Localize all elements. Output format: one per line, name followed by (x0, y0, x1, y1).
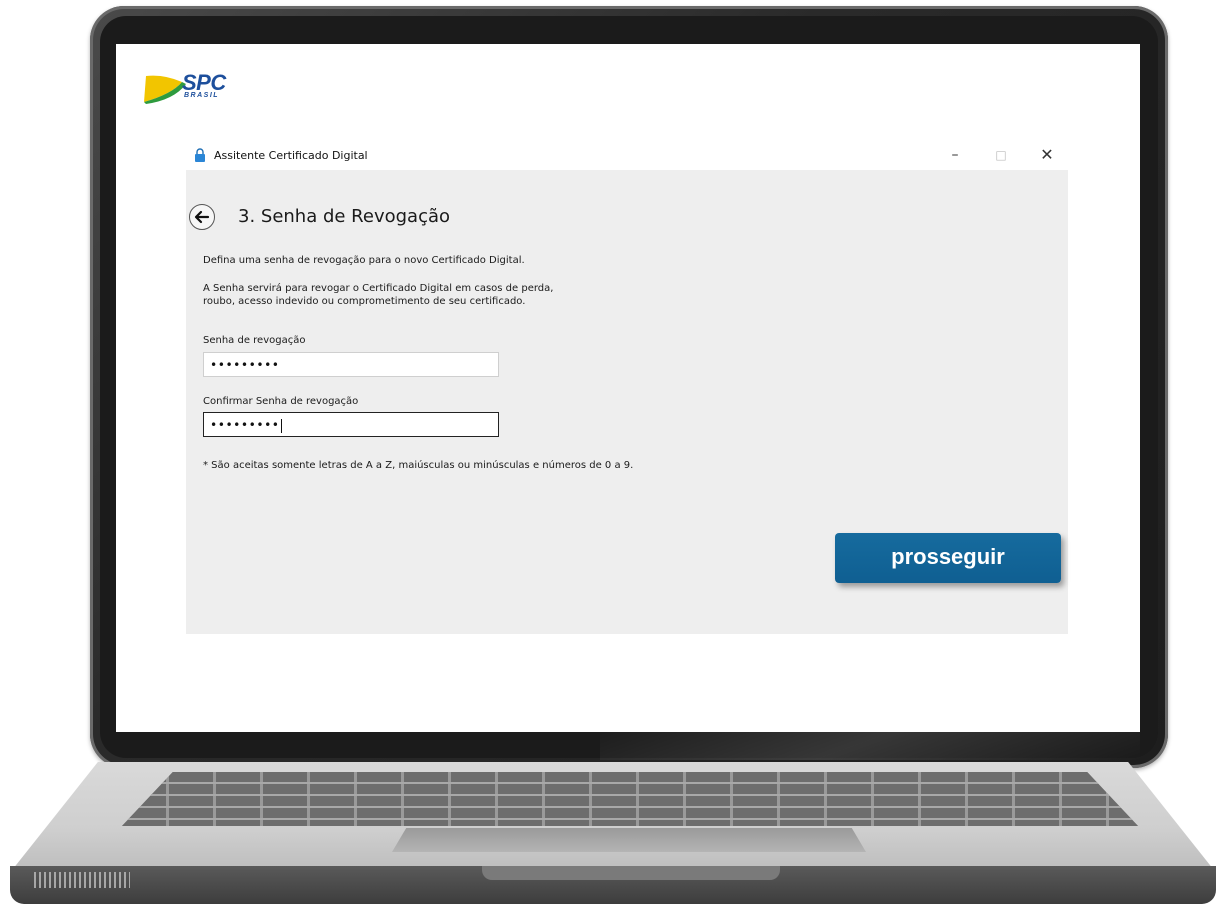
wizard-window: Assitente Certificado Digital – □ ✕ 3. S… (186, 140, 1068, 634)
spc-brasil-logo: SPC BRASIL (144, 70, 264, 110)
intro-text: Defina uma senha de revogação para o nov… (203, 255, 525, 266)
confirm-password-value: ••••••••• (210, 418, 280, 432)
text-caret (280, 418, 282, 433)
close-button[interactable]: ✕ (1032, 144, 1062, 166)
revocation-password-input[interactable]: ••••••••• (203, 352, 499, 377)
bezel-reflection (600, 720, 1140, 760)
confirm-password-input[interactable]: ••••••••• (203, 412, 499, 437)
arrow-left-icon (194, 210, 210, 224)
password-value: ••••••••• (210, 358, 280, 372)
trackpad (392, 828, 866, 852)
revocation-password-label: Senha de revogação (203, 335, 306, 346)
back-button[interactable] (189, 204, 215, 230)
proceed-button[interactable]: prosseguir (835, 533, 1061, 583)
description-line-1: A Senha servirá para revogar o Certifica… (203, 283, 554, 294)
description-line-2: roubo, acesso indevido ou comprometiment… (203, 296, 526, 307)
confirm-password-label: Confirmar Senha de revogação (203, 396, 359, 407)
step-title: 3. Senha de Revogação (238, 206, 451, 227)
window-titlebar[interactable]: Assitente Certificado Digital – □ ✕ (186, 140, 1068, 170)
keyboard-rows (122, 772, 1138, 826)
laptop-vent (34, 872, 130, 888)
laptop-notch (482, 866, 780, 880)
maximize-button[interactable]: □ (986, 144, 1016, 166)
laptop-frame: SPC BRASIL Assitente Certificado Digital… (0, 0, 1226, 904)
password-rules-note: * São aceitas somente letras de A a Z, m… (203, 460, 634, 471)
logo-subtext: BRASIL (184, 92, 220, 99)
screen: SPC BRASIL Assitente Certificado Digital… (116, 44, 1140, 732)
lock-icon (195, 148, 205, 162)
wizard-content: 3. Senha de Revogação Defina uma senha d… (186, 170, 1068, 634)
window-title: Assitente Certificado Digital (214, 149, 368, 162)
minimize-button[interactable]: – (940, 144, 970, 166)
